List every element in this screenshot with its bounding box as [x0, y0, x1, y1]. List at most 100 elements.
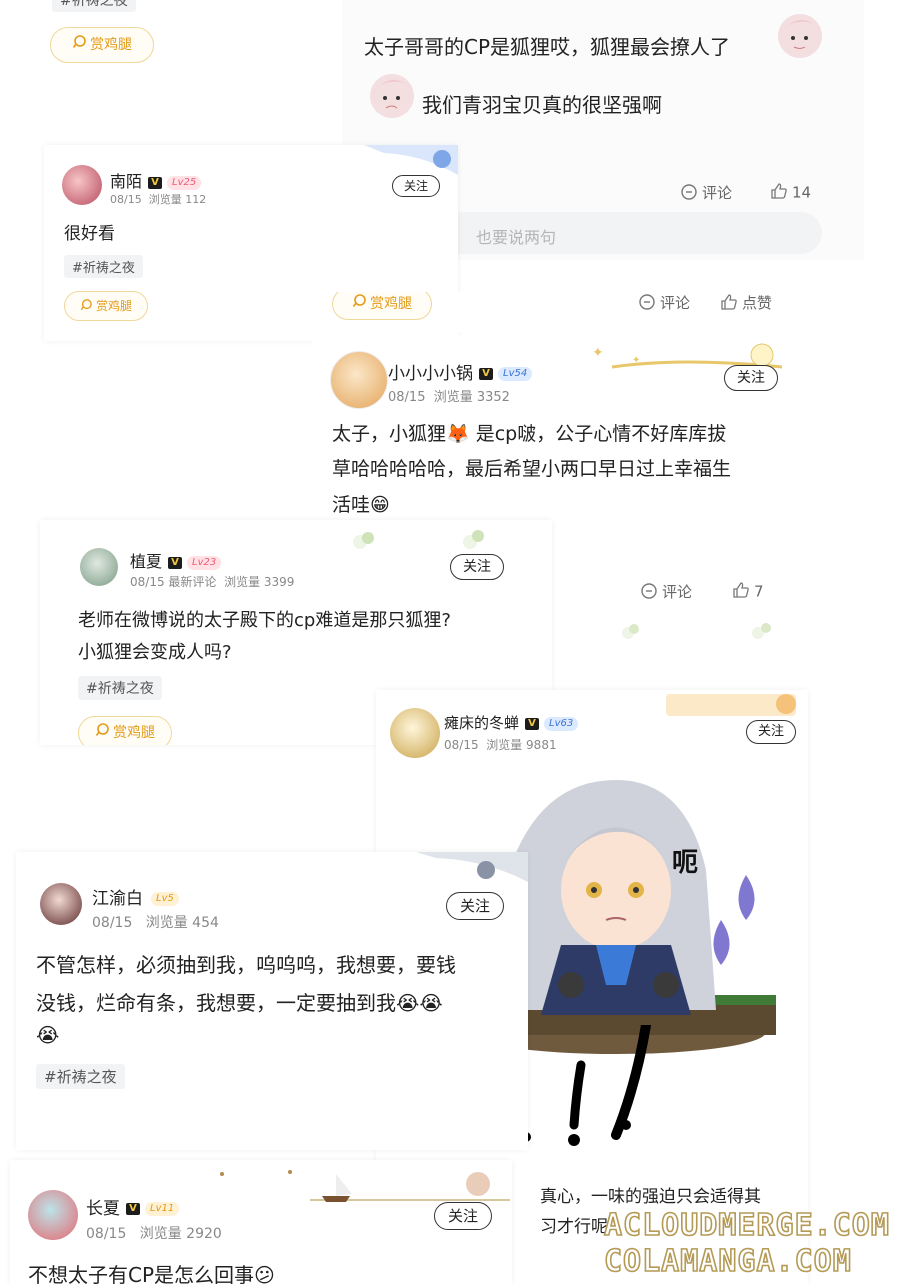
post-meta: 08/15 最新评论 浏览量 3399 [130, 573, 294, 590]
drumstick-icon [72, 28, 86, 62]
follow-button[interactable]: 关注 [392, 175, 440, 197]
username[interactable]: 植夏 V Lv23 [130, 548, 222, 572]
card-corner-decoration [416, 852, 528, 896]
reward-button[interactable]: 赏鸡腿 [78, 716, 172, 745]
like-count: 14 [792, 183, 812, 202]
comment-icon [640, 582, 658, 604]
username-text: 植夏 [130, 552, 163, 571]
thumbs-up-icon [770, 182, 788, 204]
view-count: 浏览量 3352 [433, 390, 510, 405]
post-meta: 08/15 浏览量 9881 [444, 736, 557, 753]
drumstick-icon [352, 292, 366, 319]
post-card-top-left: #祈祷之夜 赏鸡腿 [28, 0, 334, 72]
username-text: 瘫床的冬蝉 [444, 714, 520, 732]
verified-badge-icon: V [525, 717, 540, 730]
avatar[interactable] [28, 1190, 78, 1240]
watermark-line: ACLOUDMERGE.COM [603, 1207, 890, 1244]
avatar[interactable] [40, 883, 82, 925]
username[interactable]: 瘫床的冬蝉 V Lv63 [444, 712, 579, 733]
post-date: 08/15 [130, 575, 165, 589]
level-badge: Lv5 [151, 892, 179, 906]
view-count: 浏览量 112 [148, 193, 207, 206]
follow-button[interactable]: 关注 [724, 365, 778, 391]
reward-label: 赏鸡腿 [95, 299, 132, 313]
post-date: 08/15 [388, 390, 426, 405]
avatar[interactable] [80, 548, 118, 586]
username[interactable]: 南陌 V Lv25 [110, 168, 202, 192]
username[interactable]: 小小小小锅 V Lv54 [388, 359, 533, 384]
follow-button[interactable]: 关注 [746, 720, 796, 744]
avatar[interactable] [330, 351, 388, 409]
follow-button[interactable]: 关注 [434, 1202, 492, 1230]
post-date: 08/15 [110, 193, 142, 206]
post-text-line: 我们青羽宝贝真的很坚强啊 [422, 93, 662, 117]
reply-placeholder: 也要说两句 [476, 228, 557, 247]
drumstick-icon [95, 717, 109, 745]
chibi-sticker-1 [772, 6, 826, 66]
post-text: 很好看 [64, 224, 115, 244]
post-meta: 08/15 浏览量 3352 [388, 386, 510, 405]
post-card-changxia: 长夏 V Lv11 08/15 浏览量 2920 关注 不想太子有CP是怎么回事😕 [10, 1160, 512, 1285]
comment-button[interactable]: 评论 [680, 182, 732, 205]
username-text: 南陌 [110, 172, 143, 191]
post-meta: 08/15 浏览量 454 [92, 912, 219, 932]
follow-button[interactable]: 关注 [450, 554, 504, 580]
reward-button[interactable]: 赏鸡腿 [64, 291, 148, 321]
post-text-line: 草哈哈哈哈哈，最后希望小两口早日过上幸福生 [332, 458, 732, 480]
post-text-line: 太子哥哥的CP是狐狸哎，狐狸最会撩人了 [364, 35, 731, 59]
like-button[interactable]: 7 [732, 581, 764, 603]
action-bar: 赏鸡腿 评论 点赞 [312, 292, 800, 332]
post-meta: 08/15 浏览量 112 [110, 191, 206, 207]
thumbs-up-icon [732, 581, 750, 603]
post-text-line: 老师在微博说的太子殿下的cp难道是那只狐狸? [78, 610, 451, 631]
post-text: 不想太子有CP是怎么回事😕 [28, 1263, 275, 1285]
drumstick-icon [80, 293, 92, 321]
avatar[interactable] [390, 708, 440, 758]
topic-tag[interactable]: #祈祷之夜 [52, 0, 136, 12]
verified-badge-icon: V [148, 176, 163, 189]
username[interactable]: 长夏 V Lv11 [86, 1194, 180, 1219]
comment-label: 评论 [660, 294, 691, 312]
level-badge: Lv63 [544, 716, 579, 731]
post-text-line: 不管怎样，必须抽到我，呜呜呜，我想要，要钱 [36, 953, 456, 977]
reward-label: 赏鸡腿 [113, 725, 155, 741]
verified-badge-icon: V [126, 1203, 140, 1215]
comment-button[interactable]: 评论 [640, 581, 692, 604]
like-button[interactable]: 14 [770, 182, 811, 204]
sticker-text: 呃 [672, 848, 699, 878]
svg-text:✦: ✦ [592, 345, 604, 361]
username[interactable]: 江渝白 Lv5 [92, 884, 179, 909]
username-text: 江渝白 [92, 889, 143, 909]
username-text: 长夏 [86, 1199, 120, 1219]
svg-text:✦: ✦ [632, 355, 640, 366]
comment-label: 评论 [702, 184, 733, 202]
reward-button[interactable]: 赏鸡腿 [50, 27, 154, 63]
post-text-line: 活哇😁 [332, 494, 390, 516]
comment-icon [680, 183, 698, 205]
flower-decoration [608, 617, 788, 647]
topic-tag[interactable]: #祈祷之夜 [78, 676, 162, 700]
verified-badge-icon: V [168, 556, 183, 569]
avatar[interactable] [62, 165, 102, 205]
reward-button[interactable]: 赏鸡腿 [332, 292, 432, 320]
reply-input[interactable]: 也要说两句 [440, 212, 822, 254]
topic-tag[interactable]: #祈祷之夜 [36, 1064, 125, 1089]
topic-tag[interactable]: #祈祷之夜 [64, 255, 143, 278]
follow-button[interactable]: 关注 [446, 892, 504, 920]
view-count: 浏览量 3399 [224, 575, 295, 589]
view-count: 浏览量 9881 [486, 738, 557, 752]
post-date: 08/15 [444, 738, 479, 752]
post-text-line: 没钱，烂命有条，我想要，一定要抽到我😭😭 [36, 991, 443, 1015]
comment-button[interactable]: 评论 [638, 292, 690, 315]
like-button[interactable]: 点赞 [720, 292, 772, 315]
view-count: 浏览量 454 [145, 915, 219, 931]
like-label: 点赞 [742, 294, 773, 312]
like-count: 7 [754, 582, 764, 601]
post-date: 08/15 [92, 915, 133, 931]
thumbs-up-icon [720, 293, 738, 315]
latest-comment-label: 最新评论 [168, 575, 217, 589]
post-text-line: 小狐狸会变成人吗? [78, 642, 232, 663]
reward-label: 赏鸡腿 [90, 37, 132, 53]
chibi-sticker-2 [364, 66, 418, 126]
level-badge: Lv23 [187, 555, 222, 570]
